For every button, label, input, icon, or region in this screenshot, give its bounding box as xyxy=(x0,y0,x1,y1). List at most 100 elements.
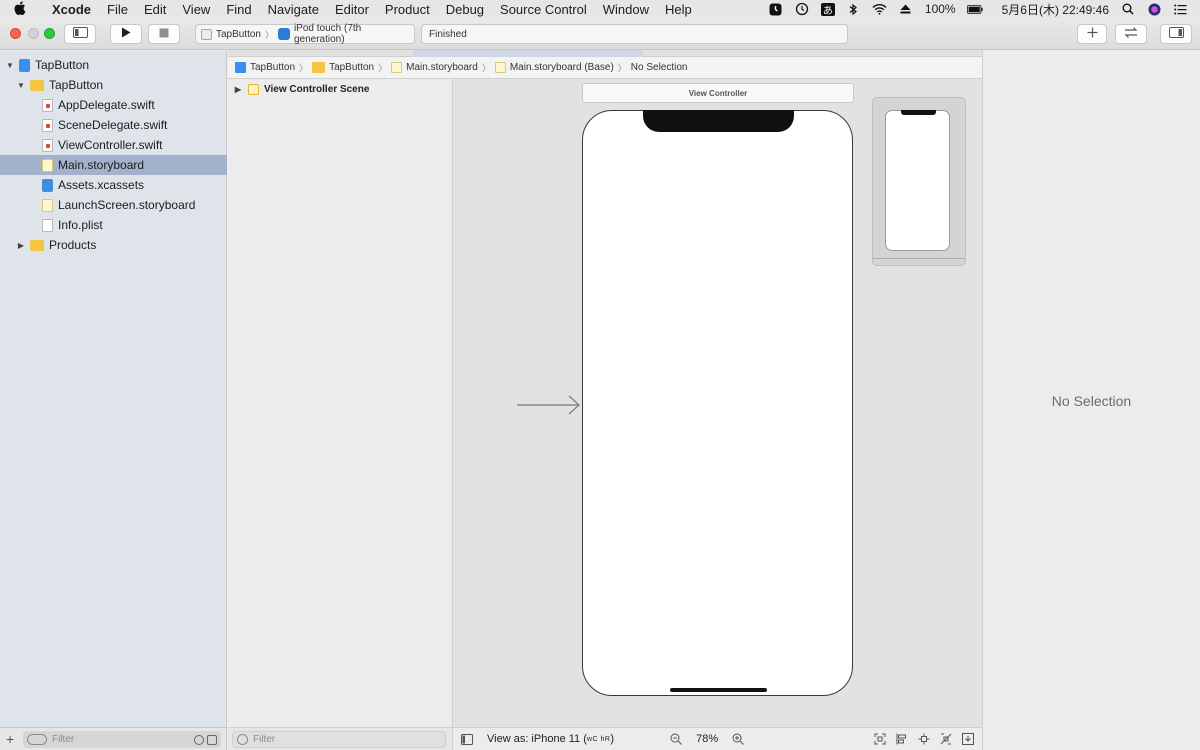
storyboard-icon xyxy=(42,158,53,172)
time-machine-icon[interactable] xyxy=(794,2,810,16)
outline-scene-item[interactable]: ▶ View Controller Scene xyxy=(234,84,369,95)
menu-app-name[interactable]: Xcode xyxy=(44,2,99,17)
nav-item-launchscreen[interactable]: LaunchScreen.storyboard xyxy=(0,195,227,215)
destination-name[interactable]: iPod touch (7th generation) xyxy=(294,23,414,45)
breadcrumb-separator-icon: 〉 xyxy=(617,63,627,73)
battery-icon[interactable] xyxy=(966,2,983,16)
menu-window[interactable]: Window xyxy=(595,2,657,17)
menu-product[interactable]: Product xyxy=(377,2,438,17)
initial-view-controller-arrow-icon[interactable] xyxy=(517,395,581,415)
nav-item-label: LaunchScreen.storyboard xyxy=(58,198,196,212)
menu-navigate[interactable]: Navigate xyxy=(260,2,327,17)
navigator-filter-field[interactable]: Filter xyxy=(23,731,221,748)
input-method-icon[interactable]: あ xyxy=(820,2,836,17)
breadcrumb-group[interactable]: TapButton xyxy=(312,62,374,73)
view-as-close: ) xyxy=(610,733,615,745)
disclosure-closed-icon[interactable]: ▶ xyxy=(17,241,25,250)
stop-button[interactable] xyxy=(148,24,180,44)
breadcrumb-project[interactable]: TapButton xyxy=(235,62,295,73)
breadcrumb-file[interactable]: Main.storyboard xyxy=(391,62,478,73)
breadcrumb-label: TapButton xyxy=(250,62,296,73)
scheme-name[interactable]: TapButton xyxy=(216,29,261,40)
resolve-issues-icon[interactable] xyxy=(940,733,952,745)
nav-item-label: Info.plist xyxy=(58,218,103,232)
menu-debug[interactable]: Debug xyxy=(438,2,492,17)
zoom-window-button[interactable] xyxy=(44,28,55,39)
breadcrumb-separator-icon: 〉 xyxy=(299,63,309,73)
add-file-icon[interactable]: + xyxy=(6,731,14,747)
active-tab-indicator[interactable] xyxy=(413,50,643,57)
menu-source-control[interactable]: Source Control xyxy=(492,2,595,17)
eject-icon[interactable] xyxy=(898,2,914,16)
scene-title-bar[interactable]: View Controller xyxy=(582,83,854,103)
zoom-out-icon[interactable] xyxy=(670,733,682,745)
disclosure-closed-icon[interactable]: ▶ xyxy=(234,85,242,94)
storyboard-canvas[interactable]: View Controller xyxy=(453,79,982,727)
navigator-filter-bar: + Filter xyxy=(0,727,227,750)
nav-item-appdelegate[interactable]: AppDelegate.swift xyxy=(0,95,227,115)
close-window-button[interactable] xyxy=(10,28,21,39)
document-outline-toggle-icon[interactable] xyxy=(461,733,473,745)
menu-editor[interactable]: Editor xyxy=(327,2,377,17)
update-frames-icon[interactable] xyxy=(874,733,886,745)
outline-filter-field[interactable]: Filter xyxy=(232,731,446,748)
spotlight-search-icon[interactable] xyxy=(1120,2,1136,16)
nav-item-products[interactable]: ▶ Products xyxy=(0,235,227,255)
nav-item-scenedelegate[interactable]: SceneDelegate.swift xyxy=(0,115,227,135)
nav-item-project[interactable]: ▼ TapButton xyxy=(0,55,227,75)
disclosure-open-icon[interactable]: ▼ xyxy=(6,61,14,70)
breadcrumb-label: Main.storyboard (Base) xyxy=(509,62,614,73)
view-as-label[interactable]: View as: iPhone 11 ( xyxy=(487,733,587,745)
plus-icon xyxy=(1087,27,1098,41)
window-toolbar: TapButton 〉 iPod touch (7th generation) … xyxy=(0,18,1200,50)
code-review-button[interactable] xyxy=(1115,24,1147,44)
menu-file[interactable]: File xyxy=(99,2,136,17)
run-button[interactable] xyxy=(110,24,142,44)
filter-toggles xyxy=(194,734,217,745)
library-button[interactable] xyxy=(1077,24,1107,44)
recent-files-icon[interactable] xyxy=(194,734,204,745)
menu-view[interactable]: View xyxy=(174,2,218,17)
scheme-separator-icon: 〉 xyxy=(265,29,275,40)
notification-center-icon[interactable] xyxy=(1172,2,1188,16)
menu-edit[interactable]: Edit xyxy=(136,2,174,17)
source-control-filter-icon[interactable] xyxy=(207,734,217,745)
add-constraints-icon[interactable] xyxy=(918,733,930,745)
minimize-window-button[interactable] xyxy=(28,28,39,39)
minimap-divider xyxy=(873,258,965,259)
screen-time-icon[interactable] xyxy=(768,2,784,16)
menu-find[interactable]: Find xyxy=(218,2,259,17)
project-icon xyxy=(19,58,30,72)
nav-item-viewcontroller[interactable]: ViewController.swift xyxy=(0,135,227,155)
filter-options-icon[interactable] xyxy=(27,734,47,745)
no-selection-label: No Selection xyxy=(1051,392,1132,409)
align-icon[interactable] xyxy=(896,733,908,745)
nav-item-info-plist[interactable]: Info.plist xyxy=(0,215,227,235)
breadcrumb-separator-icon: 〉 xyxy=(378,63,388,73)
document-outline: ▶ View Controller Scene xyxy=(228,79,453,727)
menu-bar: Xcode File Edit View Find Navigate Edito… xyxy=(0,0,1200,18)
toggle-navigator-button[interactable] xyxy=(64,24,96,44)
inspector-panel-icon xyxy=(1168,27,1184,41)
toggle-inspector-button[interactable] xyxy=(1160,24,1192,44)
zoom-in-icon[interactable] xyxy=(732,733,744,745)
menubar-clock[interactable]: 5月6日(木) 22:49:46 xyxy=(996,1,1115,18)
apple-menu-icon[interactable] xyxy=(14,0,34,18)
folder-icon xyxy=(30,239,44,251)
embed-in-icon[interactable] xyxy=(962,733,974,745)
bluetooth-icon[interactable] xyxy=(846,2,862,16)
breadcrumb-localization[interactable]: Main.storyboard (Base) xyxy=(494,62,614,73)
storyboard-icon xyxy=(494,62,506,73)
nav-item-group[interactable]: ▼ TapButton xyxy=(0,75,227,95)
nav-item-label: TapButton xyxy=(35,58,90,72)
wifi-icon[interactable] xyxy=(872,2,888,16)
siri-icon[interactable] xyxy=(1146,2,1162,16)
nav-item-assets[interactable]: Assets.xcassets xyxy=(0,175,227,195)
canvas-minimap[interactable] xyxy=(872,97,966,266)
menu-help[interactable]: Help xyxy=(657,2,700,17)
disclosure-open-icon[interactable]: ▼ xyxy=(17,81,25,90)
nav-item-main-storyboard[interactable]: Main.storyboard xyxy=(0,155,227,175)
scheme-selector[interactable]: TapButton 〉 iPod touch (7th generation) xyxy=(195,23,415,45)
iphone-device-frame[interactable] xyxy=(582,110,853,696)
breadcrumb-selection[interactable]: No Selection xyxy=(631,62,688,73)
